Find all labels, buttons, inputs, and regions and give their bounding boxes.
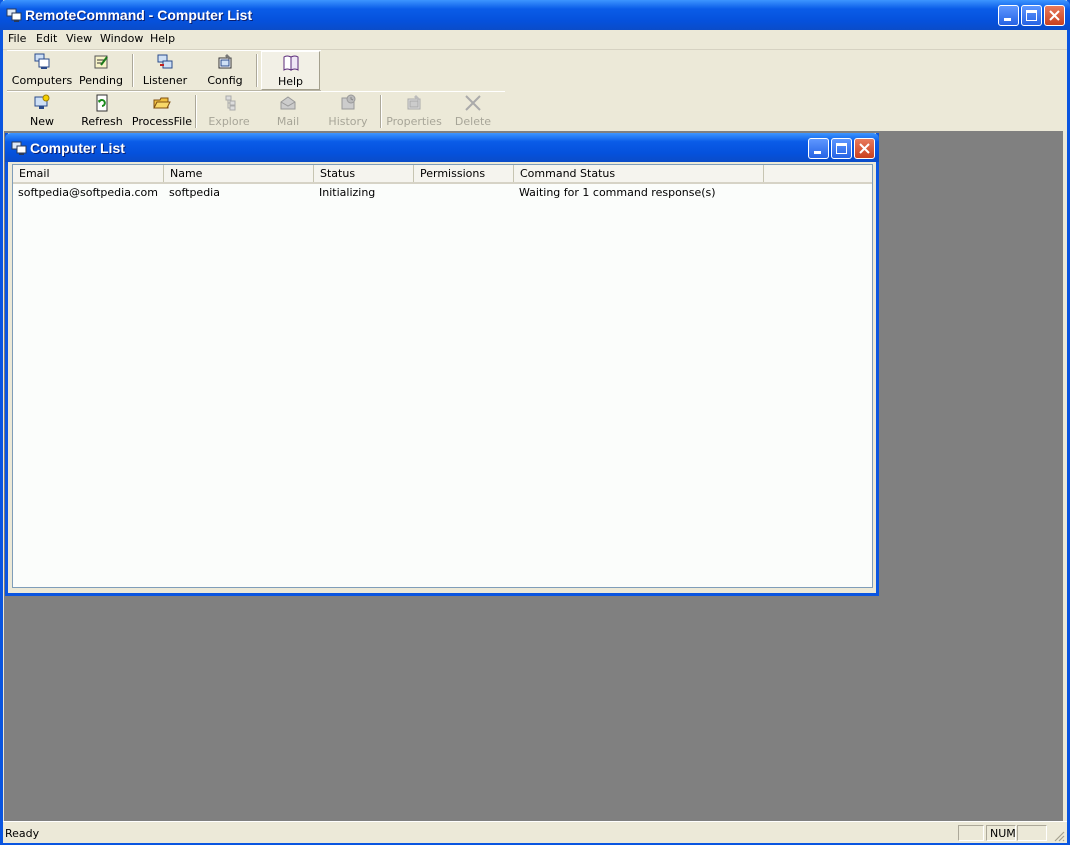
status-panel-caps (958, 825, 984, 841)
status-bar: Ready NUM (3, 821, 1067, 843)
config-button[interactable]: Config (197, 51, 253, 90)
status-panel-scroll (1017, 825, 1047, 841)
pending-button[interactable]: Pending (73, 51, 129, 90)
pending-label: Pending (79, 74, 123, 87)
explore-button[interactable]: Explore (200, 92, 258, 131)
cell-status: Initializing (319, 186, 376, 199)
menu-bar: File Edit View Window Help (3, 30, 1067, 50)
menu-window[interactable]: Window (100, 32, 143, 45)
properties-button[interactable]: Properties (384, 92, 444, 131)
computers-button[interactable]: Computers (11, 51, 73, 90)
toolbar-separator (380, 95, 382, 128)
explore-icon (225, 95, 236, 111)
toolbar-separator (195, 95, 197, 128)
help-label: Help (277, 75, 304, 88)
menu-help[interactable]: Help (150, 32, 175, 45)
app-icon (6, 8, 22, 22)
mail-label: Mail (276, 115, 300, 128)
status-panel-num: NUM (986, 825, 1016, 841)
help-button[interactable]: Help (261, 51, 320, 90)
history-icon (341, 94, 356, 110)
process-file-button[interactable]: ProcessFile (131, 92, 193, 131)
refresh-label: Refresh (81, 115, 123, 128)
mail-icon (280, 96, 296, 110)
menu-file[interactable]: File (8, 32, 26, 45)
main-toolbar: Computers Pending Listener Config Help (7, 50, 321, 91)
list-header: Email Name Status Permissions Command St… (13, 165, 872, 184)
computer-list-window: Computer List Email Name Status Permissi… (5, 133, 879, 596)
properties-icon (407, 95, 421, 110)
status-text: Ready (5, 827, 40, 840)
minimize-button[interactable] (998, 5, 1019, 26)
menu-edit[interactable]: Edit (36, 32, 57, 45)
computer-list-view[interactable]: Email Name Status Permissions Command St… (12, 164, 873, 588)
computers-label: Computers (11, 74, 73, 87)
minimize-icon (1004, 18, 1011, 21)
listener-label: Listener (142, 74, 188, 87)
config-label: Config (207, 74, 243, 87)
help-book-icon (283, 55, 298, 71)
child-title-bar[interactable]: Computer List (5, 133, 879, 162)
explore-label: Explore (208, 115, 250, 128)
process-file-label: ProcessFile (131, 115, 193, 128)
maximize-icon (836, 143, 847, 154)
new-label: New (30, 115, 54, 128)
column-header-permissions[interactable]: Permissions (414, 165, 514, 182)
resize-grip-icon[interactable] (1053, 830, 1065, 842)
column-header-name[interactable]: Name (164, 165, 314, 182)
delete-label: Delete (454, 115, 492, 128)
history-button[interactable]: History (319, 92, 377, 131)
child-minimize-button[interactable] (808, 138, 829, 159)
cell-name: softpedia (169, 186, 220, 199)
table-row[interactable]: softpedia@softpedia.com softpedia Initia… (13, 184, 872, 200)
new-computer-icon (34, 94, 50, 109)
pending-icon (94, 55, 108, 69)
close-icon (859, 143, 870, 154)
process-file-icon (153, 97, 171, 109)
refresh-icon (96, 94, 108, 112)
delete-icon (465, 95, 481, 111)
properties-label: Properties (386, 115, 442, 128)
toolbar-separator (132, 54, 134, 87)
computers-icon (34, 53, 50, 69)
new-button[interactable]: New (11, 92, 73, 131)
child-window-title: Computer List (30, 140, 125, 156)
child-close-button[interactable] (854, 138, 875, 159)
maximize-icon (1026, 10, 1037, 21)
column-header-email[interactable]: Email (13, 165, 164, 182)
mail-button[interactable]: Mail (259, 92, 317, 131)
cell-email: softpedia@softpedia.com (18, 186, 158, 199)
window-title: RemoteCommand - Computer List (25, 7, 253, 23)
minimize-icon (814, 151, 821, 154)
delete-button[interactable]: Delete (445, 92, 501, 131)
child-window-icon (11, 141, 27, 155)
config-icon (218, 54, 232, 69)
title-bar[interactable]: RemoteCommand - Computer List (0, 0, 1070, 30)
listener-icon (157, 54, 173, 69)
menu-view[interactable]: View (66, 32, 92, 45)
history-label: History (328, 115, 368, 128)
refresh-button[interactable]: Refresh (73, 92, 131, 131)
listener-button[interactable]: Listener (137, 51, 193, 90)
column-header-status[interactable]: Status (314, 165, 414, 182)
toolbar-separator (256, 54, 258, 87)
computer-toolbar: New Refresh ProcessFile Explore Mail His… (7, 91, 505, 132)
cell-command-status: Waiting for 1 command response(s) (519, 186, 716, 199)
child-maximize-button[interactable] (831, 138, 852, 159)
close-icon (1049, 10, 1060, 21)
maximize-button[interactable] (1021, 5, 1042, 26)
close-button[interactable] (1044, 5, 1065, 26)
column-header-command-status[interactable]: Command Status (514, 165, 764, 182)
